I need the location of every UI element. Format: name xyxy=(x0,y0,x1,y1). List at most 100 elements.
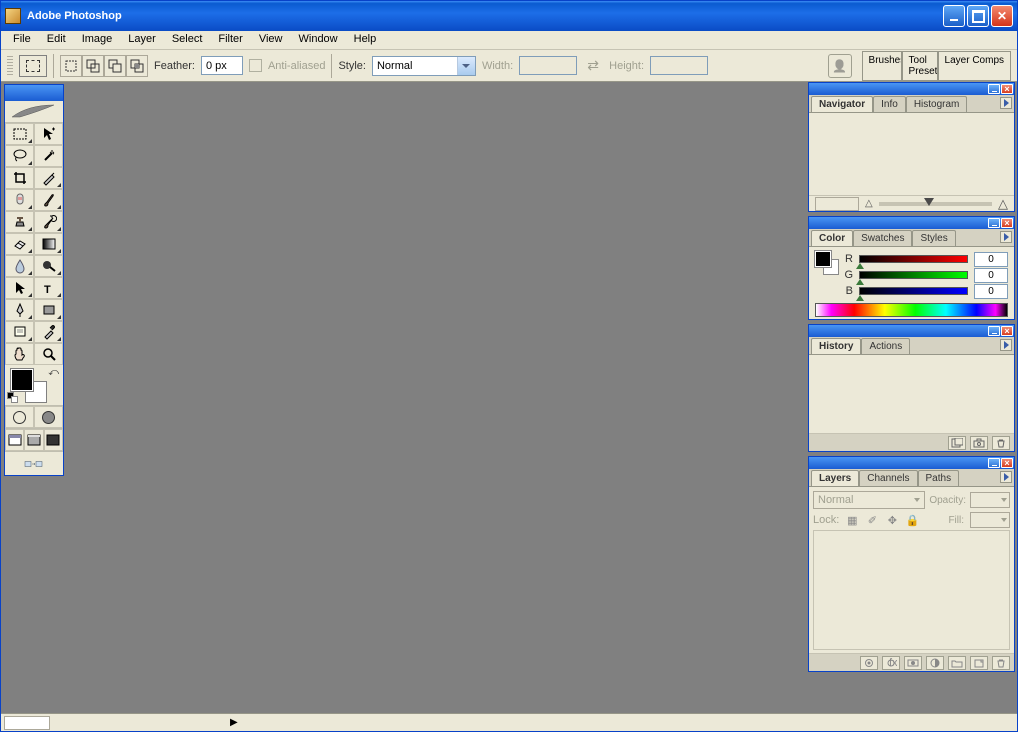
path-selection-tool[interactable] xyxy=(5,277,34,299)
style-select[interactable]: Normal xyxy=(372,56,476,76)
new-layer-button[interactable] xyxy=(970,656,988,670)
g-value[interactable]: 0 xyxy=(974,268,1008,283)
menu-layer[interactable]: Layer xyxy=(120,31,164,49)
toolbox-header[interactable] xyxy=(5,85,63,101)
slice-tool[interactable] xyxy=(34,167,63,189)
history-brush-tool[interactable] xyxy=(34,211,63,233)
magic-wand-tool[interactable] xyxy=(34,145,63,167)
new-snapshot-button[interactable] xyxy=(970,436,988,450)
layer-style-button[interactable]: fx xyxy=(882,656,900,670)
menu-help[interactable]: Help xyxy=(346,31,385,49)
pen-tool[interactable] xyxy=(5,299,34,321)
zoom-field[interactable] xyxy=(4,716,50,730)
delete-state-button[interactable] xyxy=(992,436,1010,450)
menu-filter[interactable]: Filter xyxy=(210,31,250,49)
r-value[interactable]: 0 xyxy=(974,252,1008,267)
crop-tool[interactable] xyxy=(5,167,34,189)
well-tab-brushes[interactable]: Brushes xyxy=(862,51,902,81)
current-tool-display[interactable] xyxy=(19,55,47,77)
tab-color[interactable]: Color xyxy=(811,230,853,246)
default-colors-button[interactable] xyxy=(7,392,19,404)
clone-stamp-tool[interactable] xyxy=(5,211,34,233)
selection-new-button[interactable] xyxy=(60,55,82,77)
full-screen-menubar-button[interactable] xyxy=(24,429,43,451)
menu-image[interactable]: Image xyxy=(74,31,121,49)
panel-menu-button[interactable] xyxy=(1000,231,1012,243)
color-spectrum[interactable] xyxy=(815,303,1008,317)
panel-topbar[interactable] xyxy=(809,217,1014,229)
delete-layer-button[interactable] xyxy=(992,656,1010,670)
tab-swatches[interactable]: Swatches xyxy=(853,230,912,246)
panel-topbar[interactable] xyxy=(809,325,1014,337)
selection-intersect-button[interactable] xyxy=(126,55,148,77)
minimize-button[interactable] xyxy=(943,5,965,27)
menu-view[interactable]: View xyxy=(251,31,291,49)
panel-topbar[interactable] xyxy=(809,83,1014,95)
status-menu-arrow[interactable]: ▶ xyxy=(230,717,238,728)
r-slider[interactable] xyxy=(859,255,968,263)
panel-menu-button[interactable] xyxy=(1000,97,1012,109)
titlebar[interactable]: Adobe Photoshop xyxy=(1,1,1017,31)
options-grip[interactable] xyxy=(7,56,13,76)
close-button[interactable] xyxy=(991,5,1013,27)
hand-tool[interactable] xyxy=(5,343,34,365)
layer-mask-button[interactable] xyxy=(904,656,922,670)
tab-histogram[interactable]: Histogram xyxy=(906,96,968,112)
selection-subtract-button[interactable] xyxy=(104,55,126,77)
zoom-percent-input[interactable] xyxy=(815,197,859,211)
feather-input[interactable] xyxy=(201,56,243,75)
well-tab-layercomps[interactable]: Layer Comps xyxy=(938,51,1011,81)
tab-navigator[interactable]: Navigator xyxy=(811,96,873,112)
g-slider[interactable] xyxy=(859,271,968,279)
tab-actions[interactable]: Actions xyxy=(861,338,910,354)
type-tool[interactable]: T xyxy=(34,277,63,299)
eyedropper-tool[interactable] xyxy=(34,321,63,343)
menu-file[interactable]: File xyxy=(5,31,39,49)
jump-to-imageready[interactable] xyxy=(5,451,63,475)
lasso-tool[interactable] xyxy=(5,145,34,167)
panel-minimize-button[interactable] xyxy=(988,84,1000,94)
link-layers-button[interactable] xyxy=(860,656,878,670)
b-slider[interactable] xyxy=(859,287,968,295)
foreground-color[interactable] xyxy=(11,369,33,391)
shape-tool[interactable] xyxy=(34,299,63,321)
zoom-in-icon[interactable]: △ xyxy=(998,196,1008,212)
full-screen-button[interactable] xyxy=(44,429,63,451)
panel-menu-button[interactable] xyxy=(1000,471,1012,483)
panel-close-button[interactable] xyxy=(1001,84,1013,94)
panel-minimize-button[interactable] xyxy=(988,326,1000,336)
eraser-tool[interactable] xyxy=(5,233,34,255)
toolbox-panel[interactable]: T ⤺ xyxy=(4,84,64,476)
selection-add-button[interactable] xyxy=(82,55,104,77)
zoom-slider[interactable] xyxy=(879,202,992,206)
move-tool[interactable] xyxy=(34,123,63,145)
panel-menu-button[interactable] xyxy=(1000,339,1012,351)
menu-window[interactable]: Window xyxy=(291,31,346,49)
tab-paths[interactable]: Paths xyxy=(918,470,960,486)
b-value[interactable]: 0 xyxy=(974,284,1008,299)
color-panel-swatches[interactable] xyxy=(815,251,837,273)
panel-minimize-button[interactable] xyxy=(988,218,1000,228)
zoom-tool[interactable] xyxy=(34,343,63,365)
adjustment-layer-button[interactable] xyxy=(926,656,944,670)
menu-select[interactable]: Select xyxy=(164,31,211,49)
standard-mode-button[interactable] xyxy=(5,406,34,428)
menu-edit[interactable]: Edit xyxy=(39,31,74,49)
tab-layers[interactable]: Layers xyxy=(811,470,859,486)
panel-close-button[interactable] xyxy=(1001,458,1013,468)
quickmask-mode-button[interactable] xyxy=(34,406,63,428)
panel-close-button[interactable] xyxy=(1001,326,1013,336)
maximize-button[interactable] xyxy=(967,5,989,27)
panel-minimize-button[interactable] xyxy=(988,458,1000,468)
blur-tool[interactable] xyxy=(5,255,34,277)
marquee-tool[interactable] xyxy=(5,123,34,145)
tab-info[interactable]: Info xyxy=(873,96,906,112)
panel-close-button[interactable] xyxy=(1001,218,1013,228)
new-document-from-state-button[interactable] xyxy=(948,436,966,450)
panel-topbar[interactable] xyxy=(809,457,1014,469)
swap-colors-button[interactable]: ⤺ xyxy=(48,367,59,378)
file-browser-button[interactable] xyxy=(828,54,852,78)
brush-tool[interactable] xyxy=(34,189,63,211)
notes-tool[interactable] xyxy=(5,321,34,343)
tab-channels[interactable]: Channels xyxy=(859,470,917,486)
